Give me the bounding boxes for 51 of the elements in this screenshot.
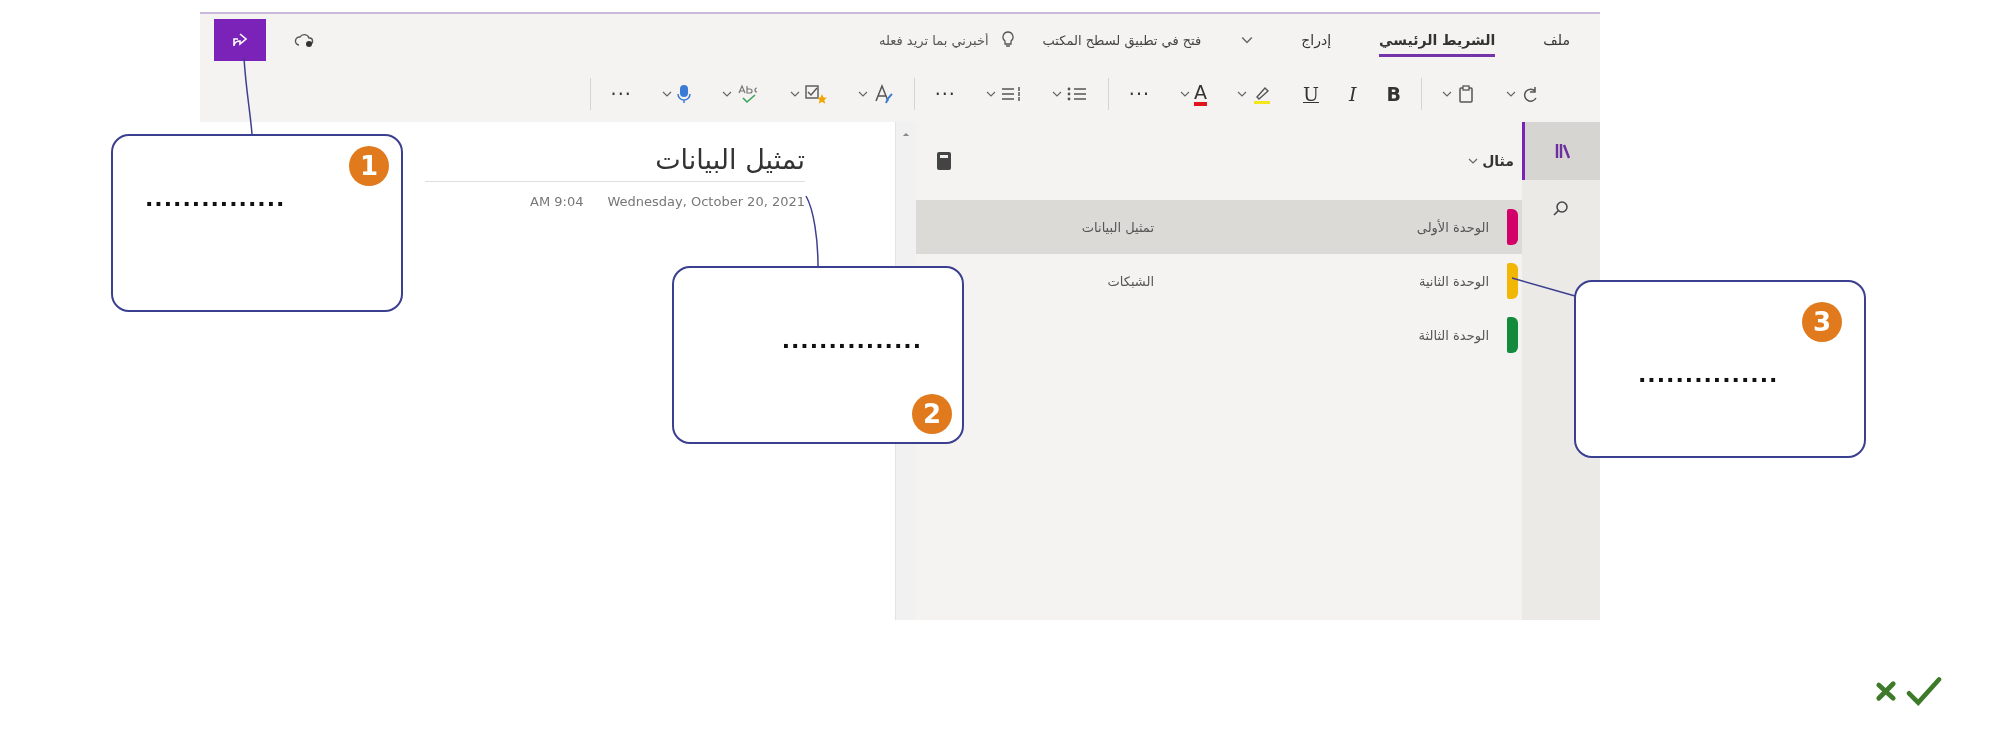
section-item[interactable]: الوحدة الأولى [1216, 200, 1522, 254]
section-item[interactable]: الوحدة الثانية [1216, 254, 1522, 308]
clipboard-icon[interactable] [1456, 84, 1476, 104]
number-badge: 2 [912, 394, 952, 434]
check-icon [1906, 676, 1942, 706]
caret-icon[interactable] [789, 91, 800, 97]
ribbon-tab[interactable]: ملف [1543, 23, 1570, 57]
microphone-icon[interactable] [675, 83, 692, 105]
page-item[interactable]: الشبكات [972, 254, 1216, 308]
scroll-up-icon[interactable] [902, 132, 910, 137]
number-badge: 1 [349, 146, 389, 186]
open-in-desktop-link[interactable]: فتح في تطبيق لسطح المكتب [1042, 32, 1202, 48]
spelling-icon[interactable] [735, 83, 760, 105]
more-button[interactable]: ··· [610, 83, 632, 105]
cloud-sync-icon[interactable] [294, 32, 316, 48]
page-item[interactable]: تمثيل البيانات [916, 200, 1216, 254]
section-item[interactable]: الوحدة الثالثة [1216, 308, 1522, 362]
cross-icon [1874, 679, 1898, 703]
notebooks-icon[interactable] [1522, 122, 1600, 180]
page-date: Wednesday, October 20, 2021 [607, 194, 805, 209]
caret-icon[interactable] [1237, 91, 1247, 97]
number-badge: 3 [1802, 302, 1842, 342]
share-button[interactable] [214, 19, 266, 61]
caret-icon[interactable] [661, 91, 672, 97]
more-button[interactable]: ··· [1128, 83, 1150, 105]
caret-icon[interactable] [857, 91, 868, 97]
more-button[interactable]: ··· [934, 83, 956, 105]
answer-blank[interactable]: ............... [781, 328, 922, 353]
list-icon[interactable] [999, 84, 1022, 104]
answer-blank[interactable]: ............... [145, 186, 286, 211]
caret-icon[interactable] [985, 91, 996, 97]
bold-button[interactable]: B [1386, 83, 1401, 105]
caret-icon[interactable] [1180, 91, 1190, 97]
ribbon-tab[interactable]: الشريط الرئيسي [1379, 23, 1496, 57]
chevron-icon[interactable] [1468, 158, 1479, 164]
font-color-button[interactable]: A [1194, 82, 1207, 106]
page-time: AM 9:04 [530, 194, 584, 209]
ribbon-tab[interactable]: إدراج [1301, 23, 1332, 57]
notebook-name[interactable]: مثال [1482, 153, 1514, 169]
caret-icon[interactable] [1442, 91, 1452, 97]
caret-icon[interactable] [721, 91, 732, 97]
notebook-icon[interactable] [936, 151, 952, 171]
page-title[interactable]: تمثيل البيانات [425, 144, 805, 182]
lightbulb-icon [1000, 31, 1015, 49]
caret-icon[interactable] [1051, 91, 1062, 97]
tag-icon[interactable] [803, 83, 828, 105]
italic-button[interactable]: I [1349, 83, 1357, 105]
caret-icon[interactable] [1506, 91, 1516, 97]
chevron-icon[interactable] [1241, 36, 1254, 44]
underline-button[interactable]: U [1303, 83, 1319, 105]
answer-blank[interactable]: ............... [1638, 362, 1779, 387]
